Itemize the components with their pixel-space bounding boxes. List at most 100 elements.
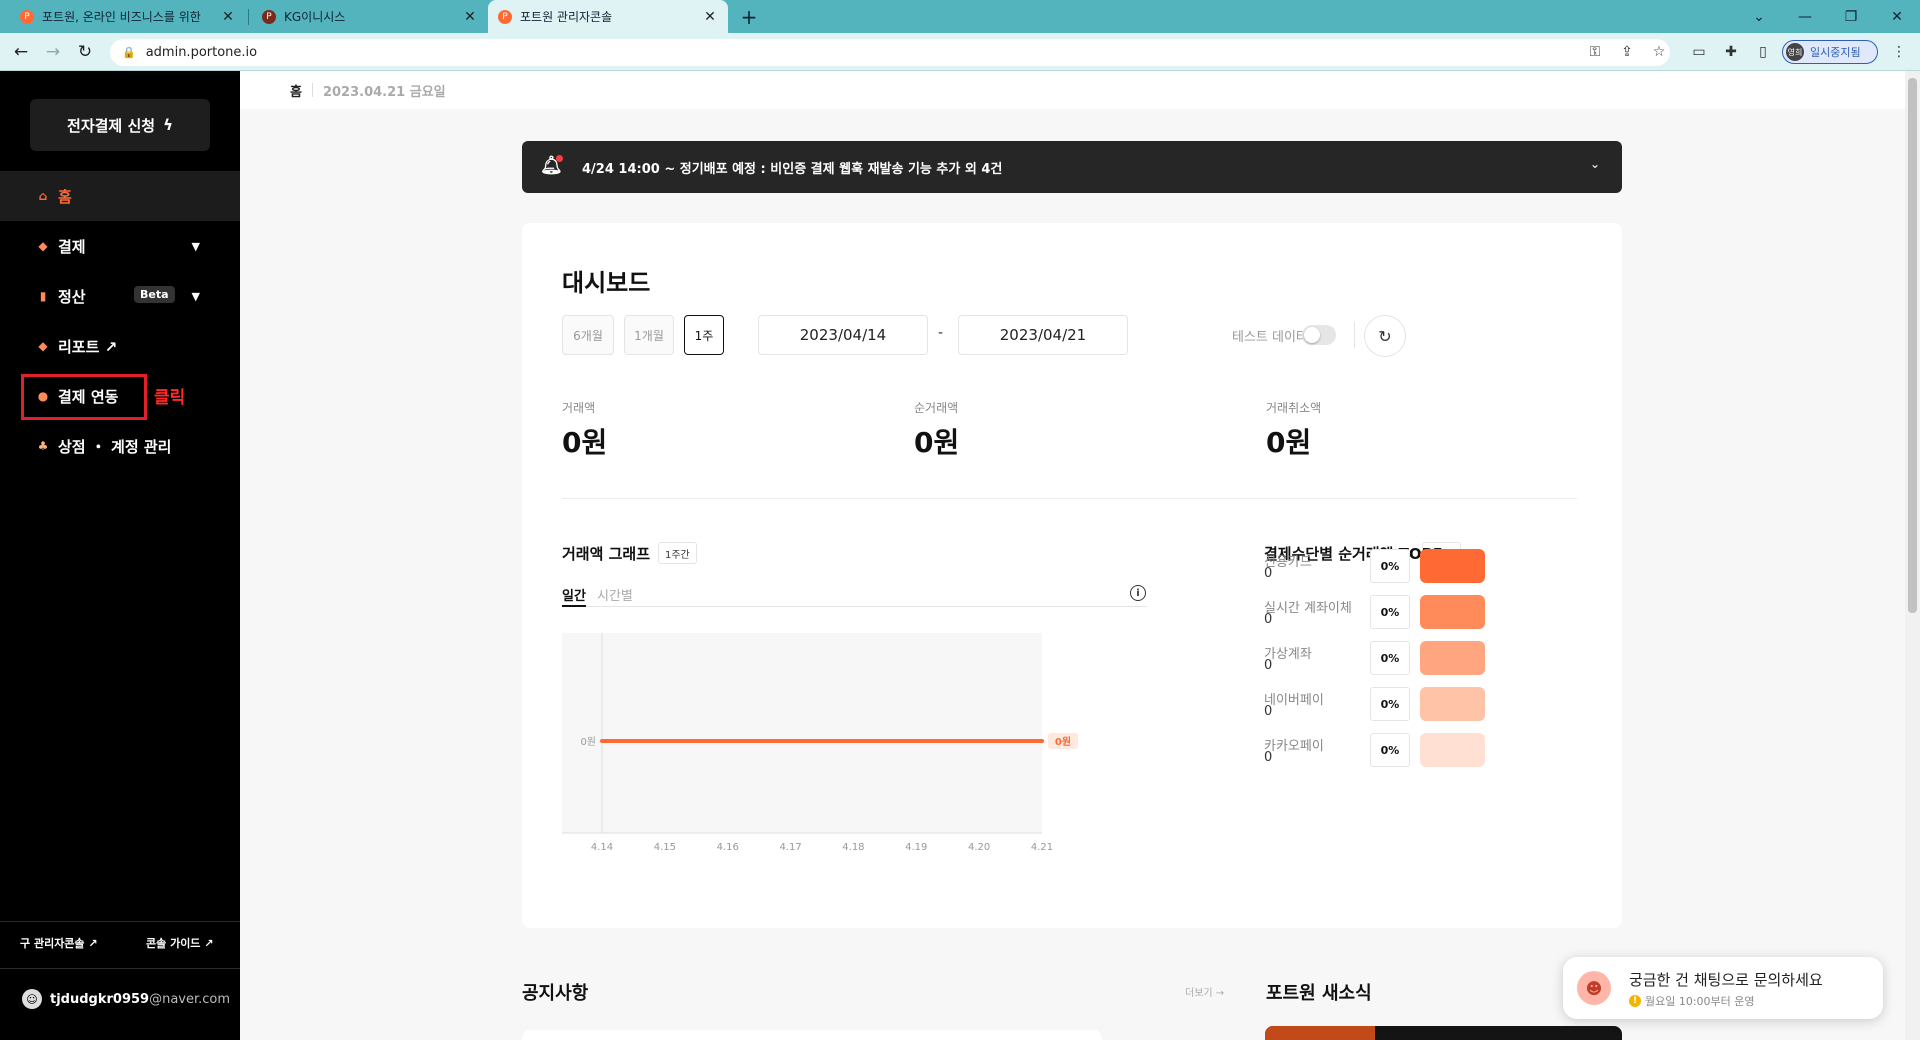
payment-method-value: 0 xyxy=(1264,704,1273,719)
chart-x-tick-label: 4.19 xyxy=(905,842,927,853)
more-notices-link[interactable]: 더보기 → xyxy=(1185,984,1224,999)
news-banner-image[interactable] xyxy=(1265,1026,1622,1040)
payment-method-bar xyxy=(1420,733,1485,767)
chevron-down-icon[interactable]: ⌄ xyxy=(1590,157,1600,171)
browser-tabbar: P 포트원, 온라인 비즈니스를 위한 ✕ P KG이니시스 ✕ P 포트원 관… xyxy=(0,0,1920,33)
sidebar: 전자결제 신청 ϟ ⌂ 홈 ◆ 결제 ▼ ▮ 정산 Beta ▼ ◆ 리포트 ↗… xyxy=(0,71,240,1040)
apply-payment-button[interactable]: 전자결제 신청 ϟ xyxy=(30,99,210,151)
info-icon[interactable]: i xyxy=(1130,585,1146,601)
caret-down-icon: ▼ xyxy=(191,289,200,303)
notices-title: 공지사항 xyxy=(522,983,589,1004)
minimize-button[interactable]: — xyxy=(1782,0,1828,33)
chart-data-point xyxy=(789,739,793,743)
annotation-highlight-box xyxy=(21,374,147,420)
share-icon[interactable]: ⇪ xyxy=(1616,41,1638,63)
news-title: 포트원 새소식 xyxy=(1266,983,1372,1004)
beta-badge: Beta xyxy=(134,286,175,303)
restore-button[interactable]: ❐ xyxy=(1828,0,1874,33)
period-6months-button[interactable]: 6개월 xyxy=(562,315,614,355)
end-date-field[interactable]: 2023/04/21 xyxy=(958,315,1128,355)
stat-label: 거래취소액 xyxy=(1266,401,1322,415)
back-icon[interactable]: ← xyxy=(10,41,32,63)
bookmark-star-icon[interactable]: ☆ xyxy=(1648,41,1670,63)
refresh-button[interactable]: ↻ xyxy=(1364,315,1406,357)
legacy-console-link[interactable]: 구 관리자콘솔 ↗ xyxy=(20,935,98,951)
sidebar-item-label: 정산 xyxy=(58,287,86,306)
payment-method-percent: 0% xyxy=(1370,733,1410,767)
tab-title: 포트원 관리자콘솔 xyxy=(520,10,613,24)
notification-dot xyxy=(556,155,563,162)
chat-support-widget[interactable]: ☻ 궁금한 건 채팅으로 문의하세요 ! 월요일 10:00부터 운영 xyxy=(1563,957,1883,1019)
sidebar-item-settlement[interactable]: ▮ 정산 Beta ▼ xyxy=(0,271,240,321)
period-1week-button[interactable]: 1주 xyxy=(684,315,724,355)
sidepanel-icon[interactable]: ▯ xyxy=(1752,41,1774,63)
new-tab-button[interactable]: + xyxy=(736,4,762,30)
annotation-click-label: 클릭 xyxy=(154,388,186,408)
sidebar-item-report[interactable]: ◆ 리포트 ↗ xyxy=(0,321,240,371)
start-date-field[interactable]: 2023/04/14 xyxy=(758,315,928,355)
profile-button[interactable]: 영희 일시중지됨 xyxy=(1782,40,1878,64)
sidebar-item-label: 상점 ・ 계정 관리 xyxy=(58,437,172,456)
sidebar-item-home[interactable]: ⌂ 홈 xyxy=(0,171,240,221)
payment-method-percent: 0% xyxy=(1370,549,1410,583)
chat-subtitle: 월요일 10:00부터 운영 xyxy=(1645,995,1755,1008)
chart-data-point xyxy=(977,739,981,743)
user-account[interactable]: ☺ tjdudgkr0959 @naver.com xyxy=(22,989,230,1009)
period-1month-button[interactable]: 1개월 xyxy=(624,315,674,355)
cast-icon[interactable]: ▭ xyxy=(1688,41,1710,63)
chart-data-point xyxy=(851,739,855,743)
breadcrumb-home[interactable]: 홈 xyxy=(290,81,302,100)
notice-text: 4/24 14:00 ~ 정기배포 예정 : 비인증 결제 웹훅 재발송 기능 … xyxy=(582,161,1003,177)
reload-icon[interactable]: ↻ xyxy=(74,41,96,63)
stats-divider xyxy=(562,498,1577,499)
sidebar-item-label: 결제 xyxy=(58,237,86,256)
chart-x-tick-label: 4.18 xyxy=(842,842,864,853)
chart-data-point xyxy=(914,739,918,743)
close-tab-icon[interactable]: ✕ xyxy=(702,9,718,25)
test-data-toggle[interactable] xyxy=(1302,325,1336,345)
tab-hourly[interactable]: 시간별 xyxy=(597,585,633,604)
extensions-icon[interactable]: ✚ xyxy=(1720,41,1742,63)
chart-plot-area xyxy=(562,633,1042,833)
close-window-button[interactable]: ✕ xyxy=(1874,0,1920,33)
browser-tab-active[interactable]: P 포트원 관리자콘솔 ✕ xyxy=(488,0,728,33)
address-bar[interactable]: 🔒 admin.portone.io xyxy=(110,39,1670,66)
subtab-underline-track xyxy=(562,606,1147,607)
close-tab-icon[interactable]: ✕ xyxy=(462,9,478,25)
chat-title: 궁금한 건 채팅으로 문의하세요 xyxy=(1629,971,1823,989)
dashboard-card: 대시보드 6개월 1개월 1주 2023/04/14 - 2023/04/21 … xyxy=(522,223,1622,928)
sidebar-item-label: 홈 xyxy=(58,187,72,206)
tab-search-icon[interactable]: ⌄ xyxy=(1736,0,1782,33)
chart-data-point xyxy=(600,739,604,743)
payment-method-name: 실시간 계좌이체 xyxy=(1264,601,1352,616)
main-content: 홈 2023.04.21 금요일 🔔︎ 4/24 14:00 ~ 정기배포 예정… xyxy=(240,71,1905,1040)
apply-button-label: 전자결제 신청 xyxy=(67,116,156,135)
scrollbar-thumb[interactable] xyxy=(1908,78,1917,613)
chart-data-point xyxy=(663,739,667,743)
toolbar-divider xyxy=(1354,322,1355,348)
home-icon: ⌂ xyxy=(38,189,48,203)
layers-icon: ◆ xyxy=(38,339,48,353)
payment-method-value: 0 xyxy=(1264,658,1273,673)
menu-kebab-icon[interactable]: ⋮ xyxy=(1888,41,1910,63)
shop-icon: ♣ xyxy=(37,439,49,453)
stat-label: 순거래액 xyxy=(914,401,959,415)
sidebar-footer-divider xyxy=(0,921,240,922)
profile-status: 일시중지됨 xyxy=(1810,46,1861,59)
close-tab-icon[interactable]: ✕ xyxy=(220,9,236,25)
notice-banner[interactable]: 🔔︎ 4/24 14:00 ~ 정기배포 예정 : 비인증 결제 웹훅 재발송 … xyxy=(522,141,1622,193)
payment-method-name: 카카오페이 xyxy=(1264,739,1324,754)
stat-value: 0원 xyxy=(1266,426,1312,459)
browser-tab[interactable]: P KG이니시스 ✕ xyxy=(252,0,488,33)
breadcrumb-date: 2023.04.21 금요일 xyxy=(322,84,446,100)
chart-x-tick-label: 4.14 xyxy=(591,842,613,853)
sidebar-item-payment[interactable]: ◆ 결제 ▼ xyxy=(0,221,240,271)
sidebar-item-store-account[interactable]: ♣ 상점 ・ 계정 관리 xyxy=(0,421,240,471)
forward-icon[interactable]: → xyxy=(42,41,64,63)
payment-method-percent: 0% xyxy=(1370,641,1410,675)
payment-method-value: 0 xyxy=(1264,750,1273,765)
browser-tab[interactable]: P 포트원, 온라인 비즈니스를 위한 ✕ xyxy=(10,0,246,33)
tab-daily[interactable]: 일간 xyxy=(562,585,586,604)
console-guide-link[interactable]: 콘솔 가이드 ↗ xyxy=(146,935,213,951)
key-icon[interactable]: ⚿ xyxy=(1584,41,1606,63)
